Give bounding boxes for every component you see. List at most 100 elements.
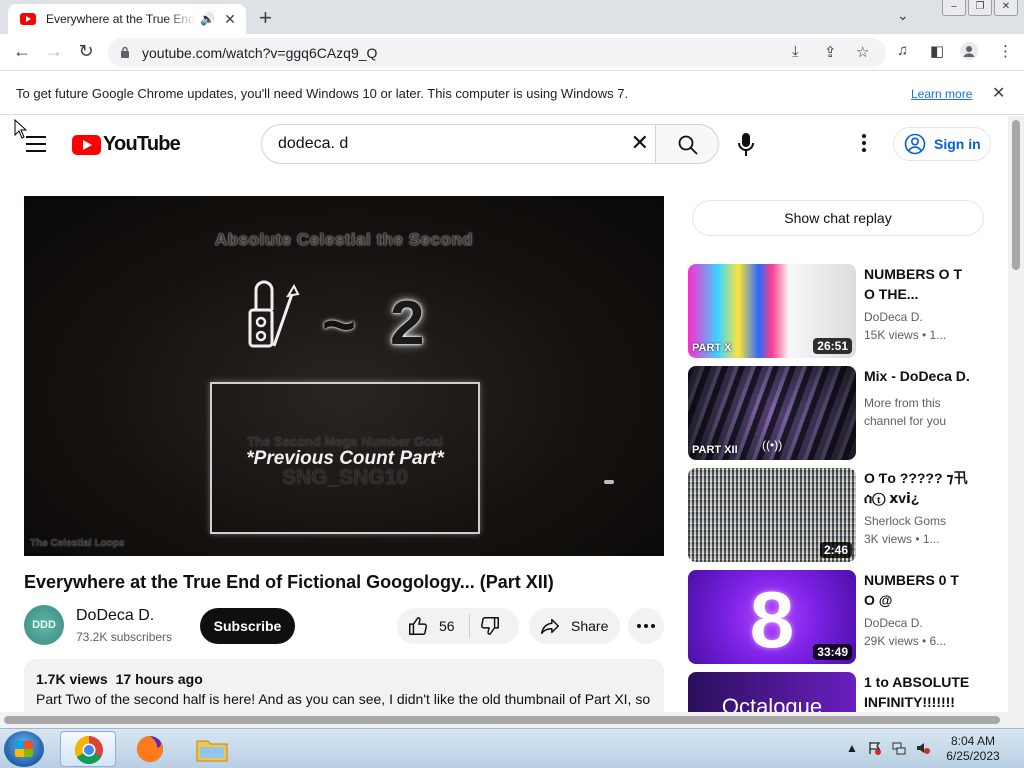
share-button[interactable]: Share: [529, 608, 620, 644]
thumbs-up-icon: [409, 617, 427, 635]
recommendation-channel: DoDeca D.: [864, 616, 923, 630]
recommendation-thumbnail[interactable]: PART X 26:51: [688, 264, 856, 358]
like-button[interactable]: 56: [397, 608, 469, 644]
horizontal-scrollbar[interactable]: [0, 712, 1024, 728]
recommendation-title[interactable]: ΝUMBΕRS Ο ΤΟ ΤΗΕ...: [864, 264, 968, 304]
recommendation-item[interactable]: PART X 26:51 ΝUMBΕRS Ο ΤΟ ΤΗΕ... DoDeca …: [688, 264, 988, 358]
recommendation-thumbnail[interactable]: PART XII ((•)): [688, 366, 856, 460]
account-circle-icon: [904, 133, 926, 155]
media-controls-icon[interactable]: ♫: [897, 42, 908, 59]
recommendation-subtitle: More from this channel for you: [864, 396, 947, 428]
recommendation-thumbnail[interactable]: 2:46: [688, 468, 856, 562]
speaker-icon[interactable]: 🔊: [200, 12, 215, 26]
recommendation-item[interactable]: 8 33:49 NUMBERS 0 TO @ʅ̴̟̆Ձ̶ƨ̸̢ɞ!?!?!?!.…: [688, 570, 988, 664]
infobar-close-icon[interactable]: ✕: [992, 83, 1005, 103]
back-arrow-icon[interactable]: ←: [11, 41, 33, 62]
like-dislike-group: 56: [397, 608, 519, 644]
youtube-logo[interactable]: YouTube: [72, 133, 181, 156]
minimize-button[interactable]: –: [942, 0, 966, 16]
learn-more-link[interactable]: Learn more: [911, 87, 972, 101]
video-player[interactable]: Absolute Celestial the Second ~ 2 The Se…: [24, 196, 664, 556]
recommendation-item[interactable]: 2:46 Ο Ƭо ????? ⁊卂 ሰⓣ ⅹvⅰ¿ Sherlock Goms…: [688, 468, 988, 562]
profile-avatar-icon[interactable]: [960, 42, 978, 60]
subscriber-count: 73.2K subscribers: [76, 630, 173, 644]
view-count: 1.7K views: [36, 671, 108, 687]
bookmark-star-icon[interactable]: ☆: [856, 43, 869, 61]
close-window-button[interactable]: ✕: [994, 0, 1018, 16]
clear-search-icon[interactable]: ✕: [631, 130, 649, 156]
youtube-masthead: YouTube dodeca. d ✕ Sign in: [0, 116, 1008, 172]
settings-more-icon[interactable]: [858, 134, 870, 154]
recommendation-thumbnail[interactable]: 8 33:49: [688, 570, 856, 664]
clock-date: 6/25/2023: [946, 749, 1000, 763]
sign-in-button[interactable]: Sign in: [893, 127, 991, 161]
horizontal-scroll-thumb[interactable]: [4, 716, 1000, 724]
search-button[interactable]: [655, 124, 719, 164]
youtube-favicon-icon: [20, 13, 36, 25]
show-chat-replay-button[interactable]: Show chat replay: [692, 200, 984, 236]
description-box[interactable]: 1.7K views 17 hours ago Part Two of the s…: [24, 659, 664, 719]
recommendation-item[interactable]: PART XII ((•)) Mix - DoDeca D. More from…: [688, 366, 988, 460]
restore-button[interactable]: ❐: [968, 0, 992, 16]
phone-plant-glyph-icon: [248, 280, 300, 348]
video-frame-heading: Absolute Celestial the Second: [214, 230, 474, 249]
channel-avatar[interactable]: DDD: [24, 605, 64, 645]
reload-icon[interactable]: ↻: [75, 41, 97, 62]
dislike-button[interactable]: [479, 608, 511, 644]
recommendation-title[interactable]: NUMBERS 0 TO @ʅ̴̟̆Ձ̶ƨ̸̢ɞ!?!?!?!...: [864, 570, 968, 610]
search-input[interactable]: dodeca. d ✕: [261, 124, 657, 164]
microphone-icon[interactable]: [736, 132, 756, 158]
system-clock[interactable]: 8:04 AM 6/25/2023: [930, 734, 1016, 764]
taskbar-chrome[interactable]: [60, 731, 116, 767]
recommendation-channel: Sherlock Goms: [864, 514, 947, 528]
mouse-cursor-icon: [14, 119, 28, 139]
channel-name[interactable]: DoDeca D.: [76, 607, 154, 625]
tab-search-chevron-icon[interactable]: ⌄: [897, 7, 909, 24]
mix-broadcast-icon: ((•)): [762, 438, 783, 452]
video-title: Everywhere at the True End of Fictional …: [24, 572, 554, 592]
recommendation-title[interactable]: 1 to ABSOLUTE INFINITY!!!!!!!: [864, 672, 974, 712]
volume-muted-icon[interactable]: [916, 741, 930, 755]
recommendation-title[interactable]: Ο Ƭо ????? ⁊卂 ሰⓣ ⅹvⅰ¿: [864, 468, 968, 508]
recommendation-views: 3K views • 1...: [864, 532, 940, 546]
video-frame-box-line3: SNG_SNG10: [281, 466, 409, 489]
search-query[interactable]: dodeca. d: [278, 135, 348, 153]
share-page-icon[interactable]: ⇪: [824, 43, 837, 61]
tab-close-icon[interactable]: ✕: [222, 11, 238, 28]
video-frame-tilde: ~: [322, 293, 356, 358]
chrome-icon: [75, 736, 103, 764]
upload-age: 17 hours ago: [115, 671, 203, 687]
taskbar-file-explorer[interactable]: [184, 731, 240, 767]
video-frame-box-line1: The Second Mega Number Goal: [247, 434, 443, 449]
subscribe-button[interactable]: Subscribe: [200, 608, 295, 644]
chrome-menu-icon[interactable]: ⋮: [998, 42, 1013, 60]
recommendation-title[interactable]: Mix - DoDeca D.: [864, 366, 974, 386]
forward-arrow-icon[interactable]: →: [43, 41, 65, 62]
vertical-scrollbar[interactable]: [1008, 116, 1024, 712]
more-actions-button[interactable]: [628, 608, 664, 644]
start-button[interactable]: [4, 731, 44, 767]
taskbar-firefox[interactable]: [122, 731, 178, 767]
tray-expand-icon[interactable]: ▲: [846, 741, 858, 755]
url-text[interactable]: youtube.com/watch?v=ggq6CAzq9_Q: [142, 45, 377, 61]
lock-icon: [121, 46, 129, 58]
recommendation-thumbnail[interactable]: Octalogue: [688, 672, 856, 712]
recommendation-item[interactable]: Octalogue 1 to ABSOLUTE INFINITY!!!!!!!: [688, 672, 988, 712]
recommendation-channel: DoDeca D.: [864, 310, 923, 324]
video-frame-footer: The Celestial Loops: [30, 538, 125, 549]
network-icon[interactable]: [892, 741, 906, 755]
install-app-icon[interactable]: ⤓: [792, 43, 799, 60]
thumbnail-text: Octalogue: [721, 694, 823, 712]
side-panel-icon[interactable]: ◧: [930, 42, 944, 60]
youtube-logo-text: YouTube: [103, 133, 181, 155]
like-count: 56: [439, 618, 455, 634]
youtube-play-icon: [72, 134, 101, 155]
address-bar[interactable]: youtube.com/watch?v=ggq6CAzq9_Q ⤓ ⇪ ☆: [108, 38, 886, 67]
hamburger-menu-icon[interactable]: [26, 136, 46, 152]
browser-tab[interactable]: Everywhere at the True End of Fictional …: [8, 4, 246, 34]
share-arrow-icon: [541, 618, 559, 635]
thumbnail-tag: PART X: [692, 342, 732, 354]
vertical-scroll-thumb[interactable]: [1012, 120, 1020, 270]
new-tab-button[interactable]: +: [259, 5, 272, 31]
action-center-flag-icon[interactable]: [868, 741, 882, 755]
